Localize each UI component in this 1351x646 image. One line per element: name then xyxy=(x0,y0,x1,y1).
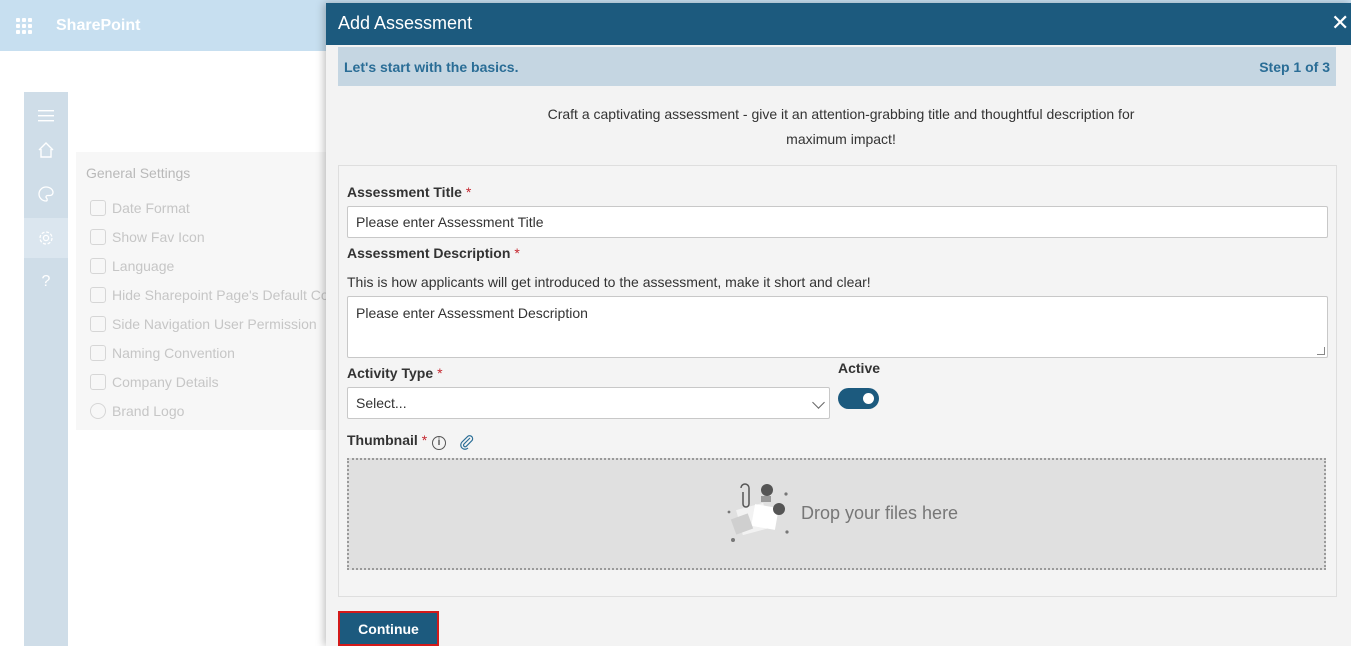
attach-icon[interactable] xyxy=(459,434,475,450)
org-icon xyxy=(90,374,106,390)
step-title: Let's start with the basics. xyxy=(344,59,519,75)
chevron-down-icon xyxy=(812,396,825,409)
toggle-knob xyxy=(863,393,874,404)
badge-icon xyxy=(90,403,106,419)
thumbnail-label: Thumbnail * xyxy=(347,432,428,448)
required-marker: * xyxy=(421,432,428,448)
language-icon xyxy=(90,258,106,274)
palette-icon[interactable] xyxy=(24,174,68,214)
assessment-form: Assessment Title * Please enter Assessmen… xyxy=(338,165,1337,597)
required-marker: * xyxy=(437,365,443,381)
file-dropzone[interactable]: Drop your files here xyxy=(347,458,1326,570)
panel-header: Add Assessment ✕ xyxy=(326,3,1351,45)
panel-title: General Settings xyxy=(86,165,191,181)
gear-icon[interactable] xyxy=(24,218,68,258)
calendar-icon xyxy=(90,200,106,216)
assessment-title-input[interactable]: Please enter Assessment Title xyxy=(347,206,1328,238)
page: SharePoint ? General Settings Date Forma… xyxy=(0,0,1351,646)
info-icon[interactable]: i xyxy=(432,436,446,450)
settings-item-label: Language xyxy=(112,258,175,274)
page-icon xyxy=(90,287,106,303)
panel-title: Add Assessment xyxy=(338,13,473,33)
assessment-title-label: Assessment Title * xyxy=(347,184,472,200)
sharepoint-brand[interactable]: SharePoint xyxy=(56,17,140,35)
settings-item-hide-default[interactable]: Hide Sharepoint Page's Default Co xyxy=(90,284,329,306)
settings-item-label: Date Format xyxy=(112,200,190,216)
settings-item-label: Brand Logo xyxy=(112,403,185,419)
add-assessment-panel: Add Assessment ✕ Let's start with the ba… xyxy=(326,3,1351,646)
settings-item-naming-convention[interactable]: Naming Convention xyxy=(90,342,235,364)
intro-text: Craft a captivating assessment - give it… xyxy=(547,106,1135,147)
settings-item-language[interactable]: Language xyxy=(90,255,174,277)
fav-icon xyxy=(90,229,106,245)
assessment-description-textarea[interactable]: Please enter Assessment Description xyxy=(347,296,1328,358)
activity-type-select[interactable]: Select... xyxy=(347,387,830,419)
upload-illustration-icon xyxy=(725,482,791,548)
activity-type-value: Select... xyxy=(356,395,407,411)
settings-item-label: Side Navigation User Permission xyxy=(112,316,317,332)
step-banner: Let's start with the basics. Step 1 of 3 xyxy=(338,47,1336,86)
general-settings-panel: General Settings Date Format Show Fav Ic… xyxy=(76,152,336,430)
activity-type-label: Activity Type * xyxy=(347,365,443,381)
home-icon[interactable] xyxy=(24,130,68,170)
required-marker: * xyxy=(465,184,472,200)
users-icon xyxy=(90,316,106,332)
app-launcher-icon[interactable] xyxy=(16,18,32,34)
required-marker: * xyxy=(514,245,520,261)
settings-item-label: Show Fav Icon xyxy=(112,229,205,245)
settings-item-brand-logo[interactable]: Brand Logo xyxy=(90,400,184,422)
settings-item-label: Company Details xyxy=(112,374,219,390)
left-rail: ? xyxy=(24,92,68,646)
dropzone-text: Drop your files here xyxy=(801,503,959,523)
naming-icon xyxy=(90,345,106,361)
settings-item-label: Hide Sharepoint Page's Default Co xyxy=(112,287,329,303)
description-helper-text: This is how applicants will get introduc… xyxy=(347,274,871,290)
step-count: Step 1 of 3 xyxy=(1259,59,1330,75)
assessment-description-label: Assessment Description * xyxy=(347,245,520,261)
active-toggle[interactable] xyxy=(838,388,879,409)
settings-item-label: Naming Convention xyxy=(112,345,235,361)
settings-item-side-nav-permission[interactable]: Side Navigation User Permission xyxy=(90,313,317,335)
settings-item-show-fav-icon[interactable]: Show Fav Icon xyxy=(90,226,205,248)
help-icon[interactable]: ? xyxy=(24,262,68,302)
continue-button[interactable]: Continue xyxy=(338,611,439,646)
settings-item-date-format[interactable]: Date Format xyxy=(90,197,190,219)
close-icon[interactable]: ✕ xyxy=(1331,12,1349,34)
active-label: Active xyxy=(838,360,881,376)
description-placeholder: Please enter Assessment Description xyxy=(356,305,588,321)
resize-handle[interactable] xyxy=(1317,347,1325,355)
settings-item-company-details[interactable]: Company Details xyxy=(90,371,219,393)
